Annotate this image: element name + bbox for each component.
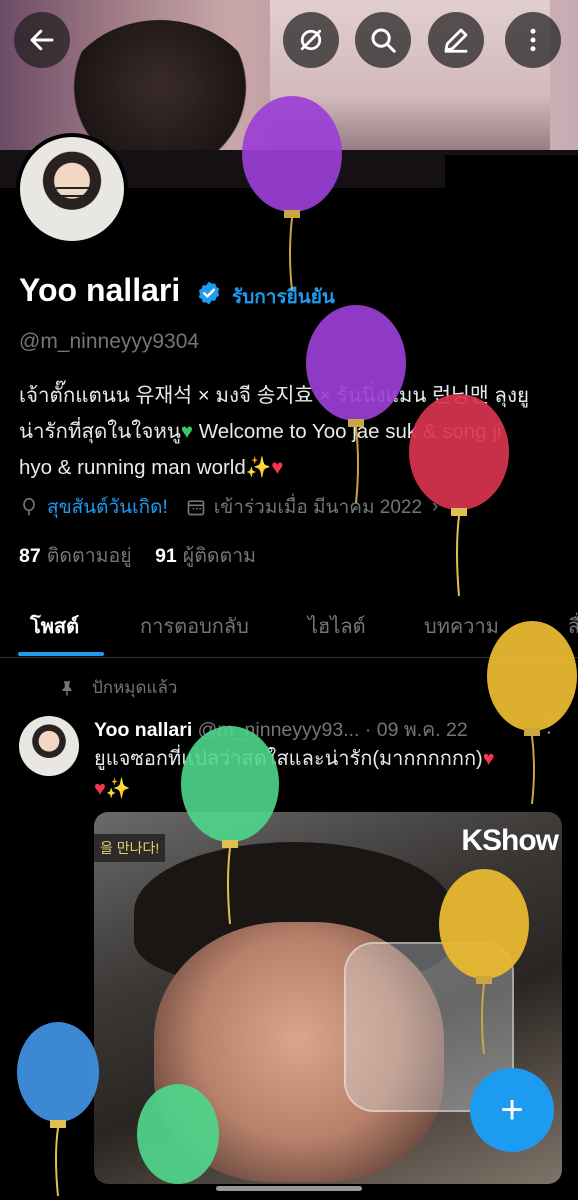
post-avatar[interactable] xyxy=(19,716,79,776)
profile-name: Yoo nallari xyxy=(19,272,181,308)
edit-button[interactable] xyxy=(428,12,484,68)
gesture-bar[interactable] xyxy=(216,1186,362,1191)
verified-badge-icon[interactable] xyxy=(196,280,222,306)
search-button[interactable] xyxy=(355,12,411,68)
sparkles-icon: ✨ xyxy=(245,456,272,479)
profile-handle: @m_ninneyyy9304 xyxy=(19,330,200,353)
search-icon xyxy=(371,28,396,53)
calendar-icon xyxy=(187,500,205,516)
tab-posts[interactable]: โพสต์ xyxy=(30,610,79,642)
more-button[interactable] xyxy=(505,12,561,68)
green-heart-icon: ♥ xyxy=(180,420,194,443)
grok-button[interactable] xyxy=(283,12,339,68)
birthday-link[interactable]: สุขสันต์วันเกิด! xyxy=(47,492,168,522)
follow-stats: 87 ติดตามอยู่ 91 ผู้ติดตาม xyxy=(19,540,256,571)
followers-link[interactable]: 91 ผู้ติดตาม xyxy=(155,545,256,567)
green-balloon xyxy=(180,726,280,931)
back-arrow-icon xyxy=(30,29,54,51)
green-balloon xyxy=(136,1084,220,1200)
following-link[interactable]: 87 ติดตามอยู่ xyxy=(19,545,132,567)
media-watermark: KShow xyxy=(461,824,559,857)
purple-balloon xyxy=(304,305,408,508)
post-author[interactable]: Yoo nallari xyxy=(94,719,192,741)
compose-button[interactable]: + xyxy=(470,1068,554,1152)
yellow-balloon xyxy=(486,621,578,811)
yellow-balloon xyxy=(438,869,530,1061)
tab-highlights[interactable]: ไฮไลต์ xyxy=(308,610,366,642)
red-heart-icon: ♥ xyxy=(271,456,284,479)
post-header: Yoo nallari @m_ninneyyy93... · 09 พ.ค. 2… xyxy=(94,714,468,745)
edit-icon xyxy=(444,28,468,53)
pin-icon xyxy=(62,680,72,695)
more-icon xyxy=(530,28,536,52)
purple-balloon xyxy=(240,96,344,299)
active-tab-indicator xyxy=(18,652,104,656)
back-button[interactable] xyxy=(14,12,70,68)
pinned-indicator: ปักหมุดแล้ว xyxy=(58,674,177,701)
tab-replies[interactable]: การตอบกลับ xyxy=(140,610,249,642)
red-heart-icon: ♥ xyxy=(94,778,106,800)
red-balloon xyxy=(407,394,511,605)
balloon-icon xyxy=(23,497,35,516)
profile-avatar[interactable] xyxy=(16,133,128,245)
blue-balloon xyxy=(16,1022,100,1200)
grok-icon xyxy=(300,29,322,51)
media-caption: 을 만나다! xyxy=(94,834,166,862)
